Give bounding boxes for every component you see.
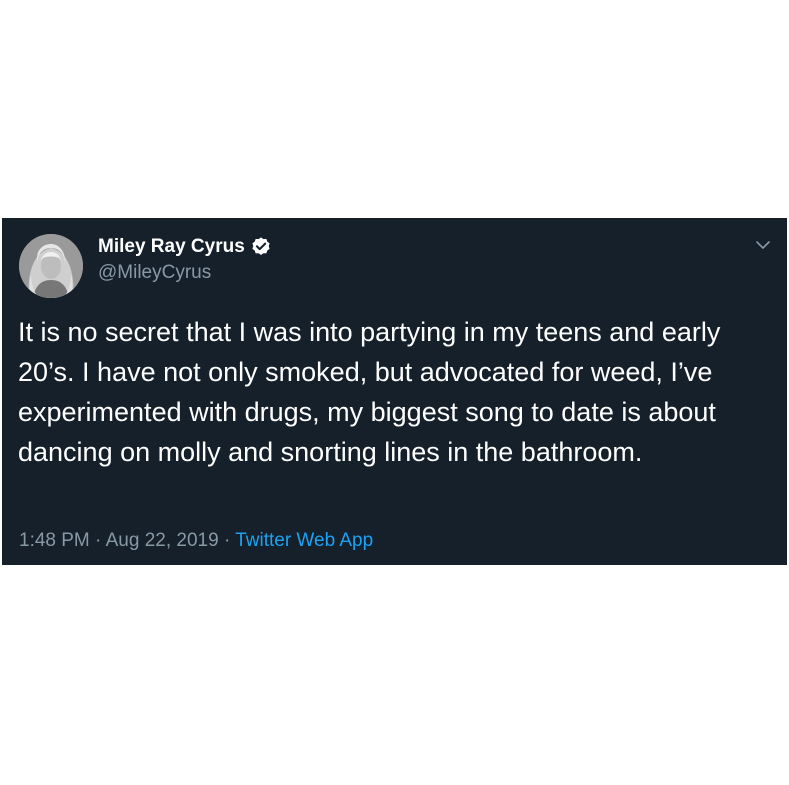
tweet-date[interactable]: Aug 22, 2019 <box>106 530 219 551</box>
tweet-meta: 1:48 PM · Aug 22, 2019 · Twitter Web App <box>19 528 373 554</box>
author-handle[interactable]: @MileyCyrus <box>98 261 211 285</box>
tweet-time[interactable]: 1:48 PM <box>19 530 90 551</box>
display-name[interactable]: Miley Ray Cyrus <box>98 235 245 259</box>
tweet-card: Miley Ray Cyrus @MileyCyrus It is no sec… <box>2 218 787 565</box>
meta-separator: · <box>95 530 106 551</box>
chevron-down-icon[interactable] <box>752 234 774 256</box>
tweet-source-link[interactable]: Twitter Web App <box>235 530 373 551</box>
author-name-row[interactable]: Miley Ray Cyrus <box>98 235 272 259</box>
verified-badge-icon <box>250 236 272 258</box>
profile-photo-icon <box>19 234 83 298</box>
avatar[interactable] <box>19 234 83 298</box>
meta-separator: · <box>223 530 236 551</box>
tweet-text: It is no secret that I was into partying… <box>18 317 721 467</box>
